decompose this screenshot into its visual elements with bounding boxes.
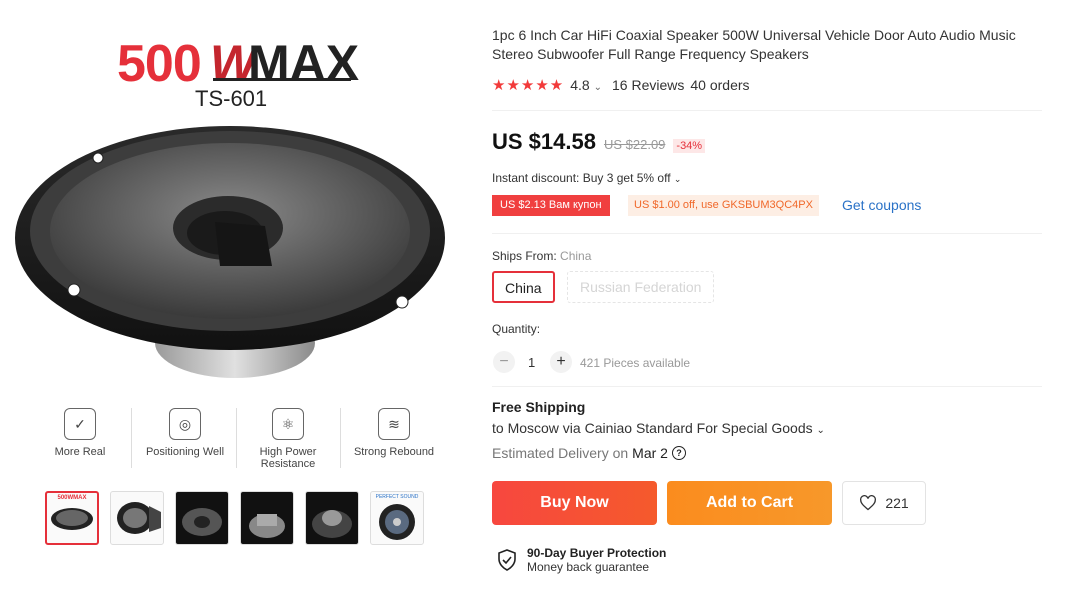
thumbnail-speaker-image <box>306 492 358 544</box>
delivery-date: Mar 2 <box>632 445 668 461</box>
ships-from-option-china[interactable]: China <box>492 271 555 303</box>
feature-divider <box>340 408 341 468</box>
quantity-value[interactable]: 1 <box>528 355 535 370</box>
feature-strong-rebound: ≋ Strong Rebound <box>344 408 444 458</box>
price-row: US $14.58 US $22.09 -34% <box>492 129 706 155</box>
orders-count: 40 orders <box>690 77 750 93</box>
divider <box>492 110 1042 111</box>
thumbnail-speaker-image <box>51 508 93 530</box>
chevron-down-icon: ⌄ <box>593 82 602 93</box>
add-to-cart-button[interactable]: Add to Cart <box>667 481 832 525</box>
thumbnail-speaker-image <box>117 502 161 534</box>
check-icon: ✓ <box>64 408 96 440</box>
thumbnail-6[interactable]: PERFECT SOUND <box>370 491 424 545</box>
target-icon: ◎ <box>169 408 201 440</box>
feature-divider <box>236 408 237 468</box>
thumbnail-speaker-image <box>241 492 293 544</box>
buy-now-button[interactable]: Buy Now <box>492 481 657 525</box>
quantity-increase-button[interactable]: + <box>550 351 572 373</box>
spring-icon: ≋ <box>378 408 410 440</box>
buyer-protection: 90-Day Buyer Protection Money back guara… <box>497 546 666 574</box>
thumbnail-4[interactable] <box>240 491 294 545</box>
discount-badge: -34% <box>673 139 706 153</box>
protection-subtitle: Money back guarantee <box>527 560 650 574</box>
thumbnail-1[interactable]: 500WMAX <box>45 491 99 545</box>
quantity-decrease-button[interactable]: − <box>493 351 515 373</box>
thumbnail-3[interactable] <box>175 491 229 545</box>
feature-more-real: ✓ More Real <box>30 408 130 458</box>
ships-from-label: Ships From: China <box>492 249 592 263</box>
estimated-delivery: Estimated Delivery on Mar 2 ? <box>492 445 686 461</box>
promo-code-coupon[interactable]: US $1.00 off, use GKSBUM3QC4PX <box>628 195 819 216</box>
thumbnail-5[interactable] <box>305 491 359 545</box>
rating-value[interactable]: 4.8 ⌄ <box>570 77 602 93</box>
model-number: TS-601 <box>195 86 268 111</box>
get-coupons-link[interactable]: Get coupons <box>842 197 921 213</box>
feature-positioning-well: ◎ Positioning Well <box>135 408 235 458</box>
quantity-label: Quantity: <box>492 322 541 336</box>
product-title: 1pc 6 Inch Car HiFi Coaxial Speaker 500W… <box>492 27 1016 62</box>
instant-discount[interactable]: Instant discount: Buy 3 get 5% off ⌄ <box>492 171 681 185</box>
heart-icon <box>860 495 877 511</box>
brand-underline <box>213 78 351 81</box>
divider <box>492 233 1042 234</box>
wishlist-count: 221 <box>885 495 909 511</box>
feature-divider <box>131 408 132 468</box>
shipping-route[interactable]: to Moscow via Cainiao Standard For Speci… <box>492 420 825 436</box>
chevron-down-icon: ⌄ <box>673 174 682 184</box>
thumbnail-speaker-image <box>176 492 228 544</box>
pieces-available: 421 Pieces available <box>580 356 691 370</box>
brand-max: MAX <box>248 35 360 91</box>
thumbnail-speaker-image <box>379 504 415 540</box>
ships-from-value: China <box>560 249 592 263</box>
star-rating-icon: ★★★★★ <box>492 77 565 94</box>
brand-number: 500 <box>117 35 202 93</box>
speaker-illustration <box>15 126 445 378</box>
store-coupon[interactable]: US $2.13 Вам купон <box>492 195 610 216</box>
chevron-down-icon: ⌄ <box>816 425 825 436</box>
shield-check-icon <box>498 549 516 571</box>
rating-row: ★★★★★ 4.8 ⌄ 16 Reviews 40 orders <box>492 76 750 94</box>
help-icon[interactable]: ? <box>671 446 686 460</box>
wishlist-button[interactable]: 221 <box>842 481 926 525</box>
divider <box>492 386 1042 387</box>
reviews-link[interactable]: 16 Reviews <box>612 77 684 93</box>
feature-high-power-resistance: ⚛ High Power Resistance <box>238 408 338 470</box>
main-product-image[interactable]: 500 W MAX TS-601 ✓ More Real ◎ Positioni… <box>0 0 470 470</box>
free-shipping-label: Free Shipping <box>492 399 586 415</box>
protection-title: 90-Day Buyer Protection <box>527 546 667 560</box>
current-price: US $14.58 <box>492 129 596 154</box>
thumbnail-2[interactable] <box>110 491 164 545</box>
original-price: US $22.09 <box>603 137 666 152</box>
atom-icon: ⚛ <box>272 408 304 440</box>
ships-from-option-russia[interactable]: Russian Federation <box>567 271 715 303</box>
